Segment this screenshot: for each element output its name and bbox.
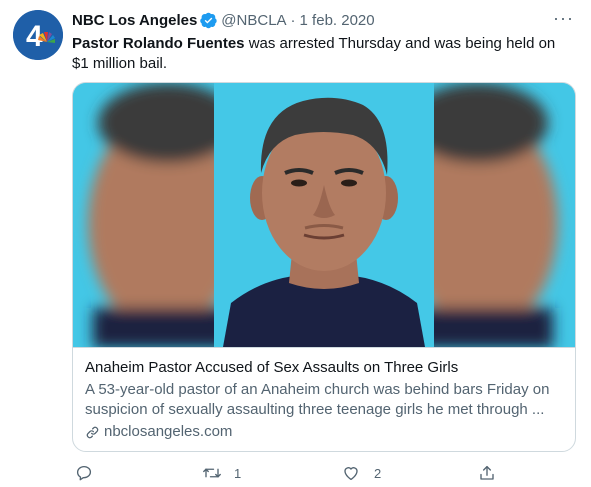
nbc-peacock-avatar-icon: 4 — [13, 10, 63, 60]
card-title: Anaheim Pastor Accused of Sex Assaults o… — [85, 359, 459, 376]
tweet-date[interactable]: 1 feb. 2020 — [300, 12, 375, 29]
like-count: 2 — [374, 465, 382, 481]
avatar[interactable]: 4 — [13, 10, 63, 60]
svg-text:4: 4 — [26, 20, 43, 53]
author-handle[interactable]: @NBCLA — [221, 12, 286, 29]
reply-icon — [76, 465, 92, 481]
card-domain-row: nbclosangeles.com — [85, 422, 563, 442]
like-button[interactable]: 2 — [342, 464, 381, 482]
card-image — [73, 83, 575, 347]
more-icon[interactable]: ··· — [553, 8, 574, 29]
card-body: Anaheim Pastor Accused of Sex Assaults o… — [73, 347, 575, 442]
reply-button[interactable] — [75, 464, 107, 482]
verified-badge-icon — [200, 12, 217, 29]
link-card[interactable]: Anaheim Pastor Accused of Sex Assaults o… — [72, 82, 576, 452]
action-bar: 1 2 — [72, 464, 502, 484]
tweet[interactable]: 4 NBC Los Angeles @NBCLA · 1 feb. 2020 ·… — [0, 0, 591, 487]
link-icon — [86, 426, 99, 438]
tweet-text: Pastor Rolando Fuentes was arrested Thur… — [72, 34, 572, 74]
card-domain: nbclosangeles.com — [104, 423, 233, 440]
retweet-count: 1 — [234, 465, 242, 481]
share-icon — [480, 465, 494, 480]
like-icon — [344, 467, 358, 481]
tweet-text-bold: Pastor Rolando Fuentes — [72, 35, 245, 52]
separator-dot: · — [290, 11, 296, 29]
mugshot-photo — [73, 83, 575, 347]
tweet-header: NBC Los Angeles @NBCLA · 1 feb. 2020 — [72, 10, 375, 30]
author-name[interactable]: NBC Los Angeles — [72, 12, 197, 29]
share-button[interactable] — [478, 464, 496, 482]
card-description: A 53-year-old pastor of an Anaheim churc… — [85, 381, 550, 418]
retweet-icon — [203, 468, 221, 478]
retweet-button[interactable]: 1 — [202, 464, 241, 482]
